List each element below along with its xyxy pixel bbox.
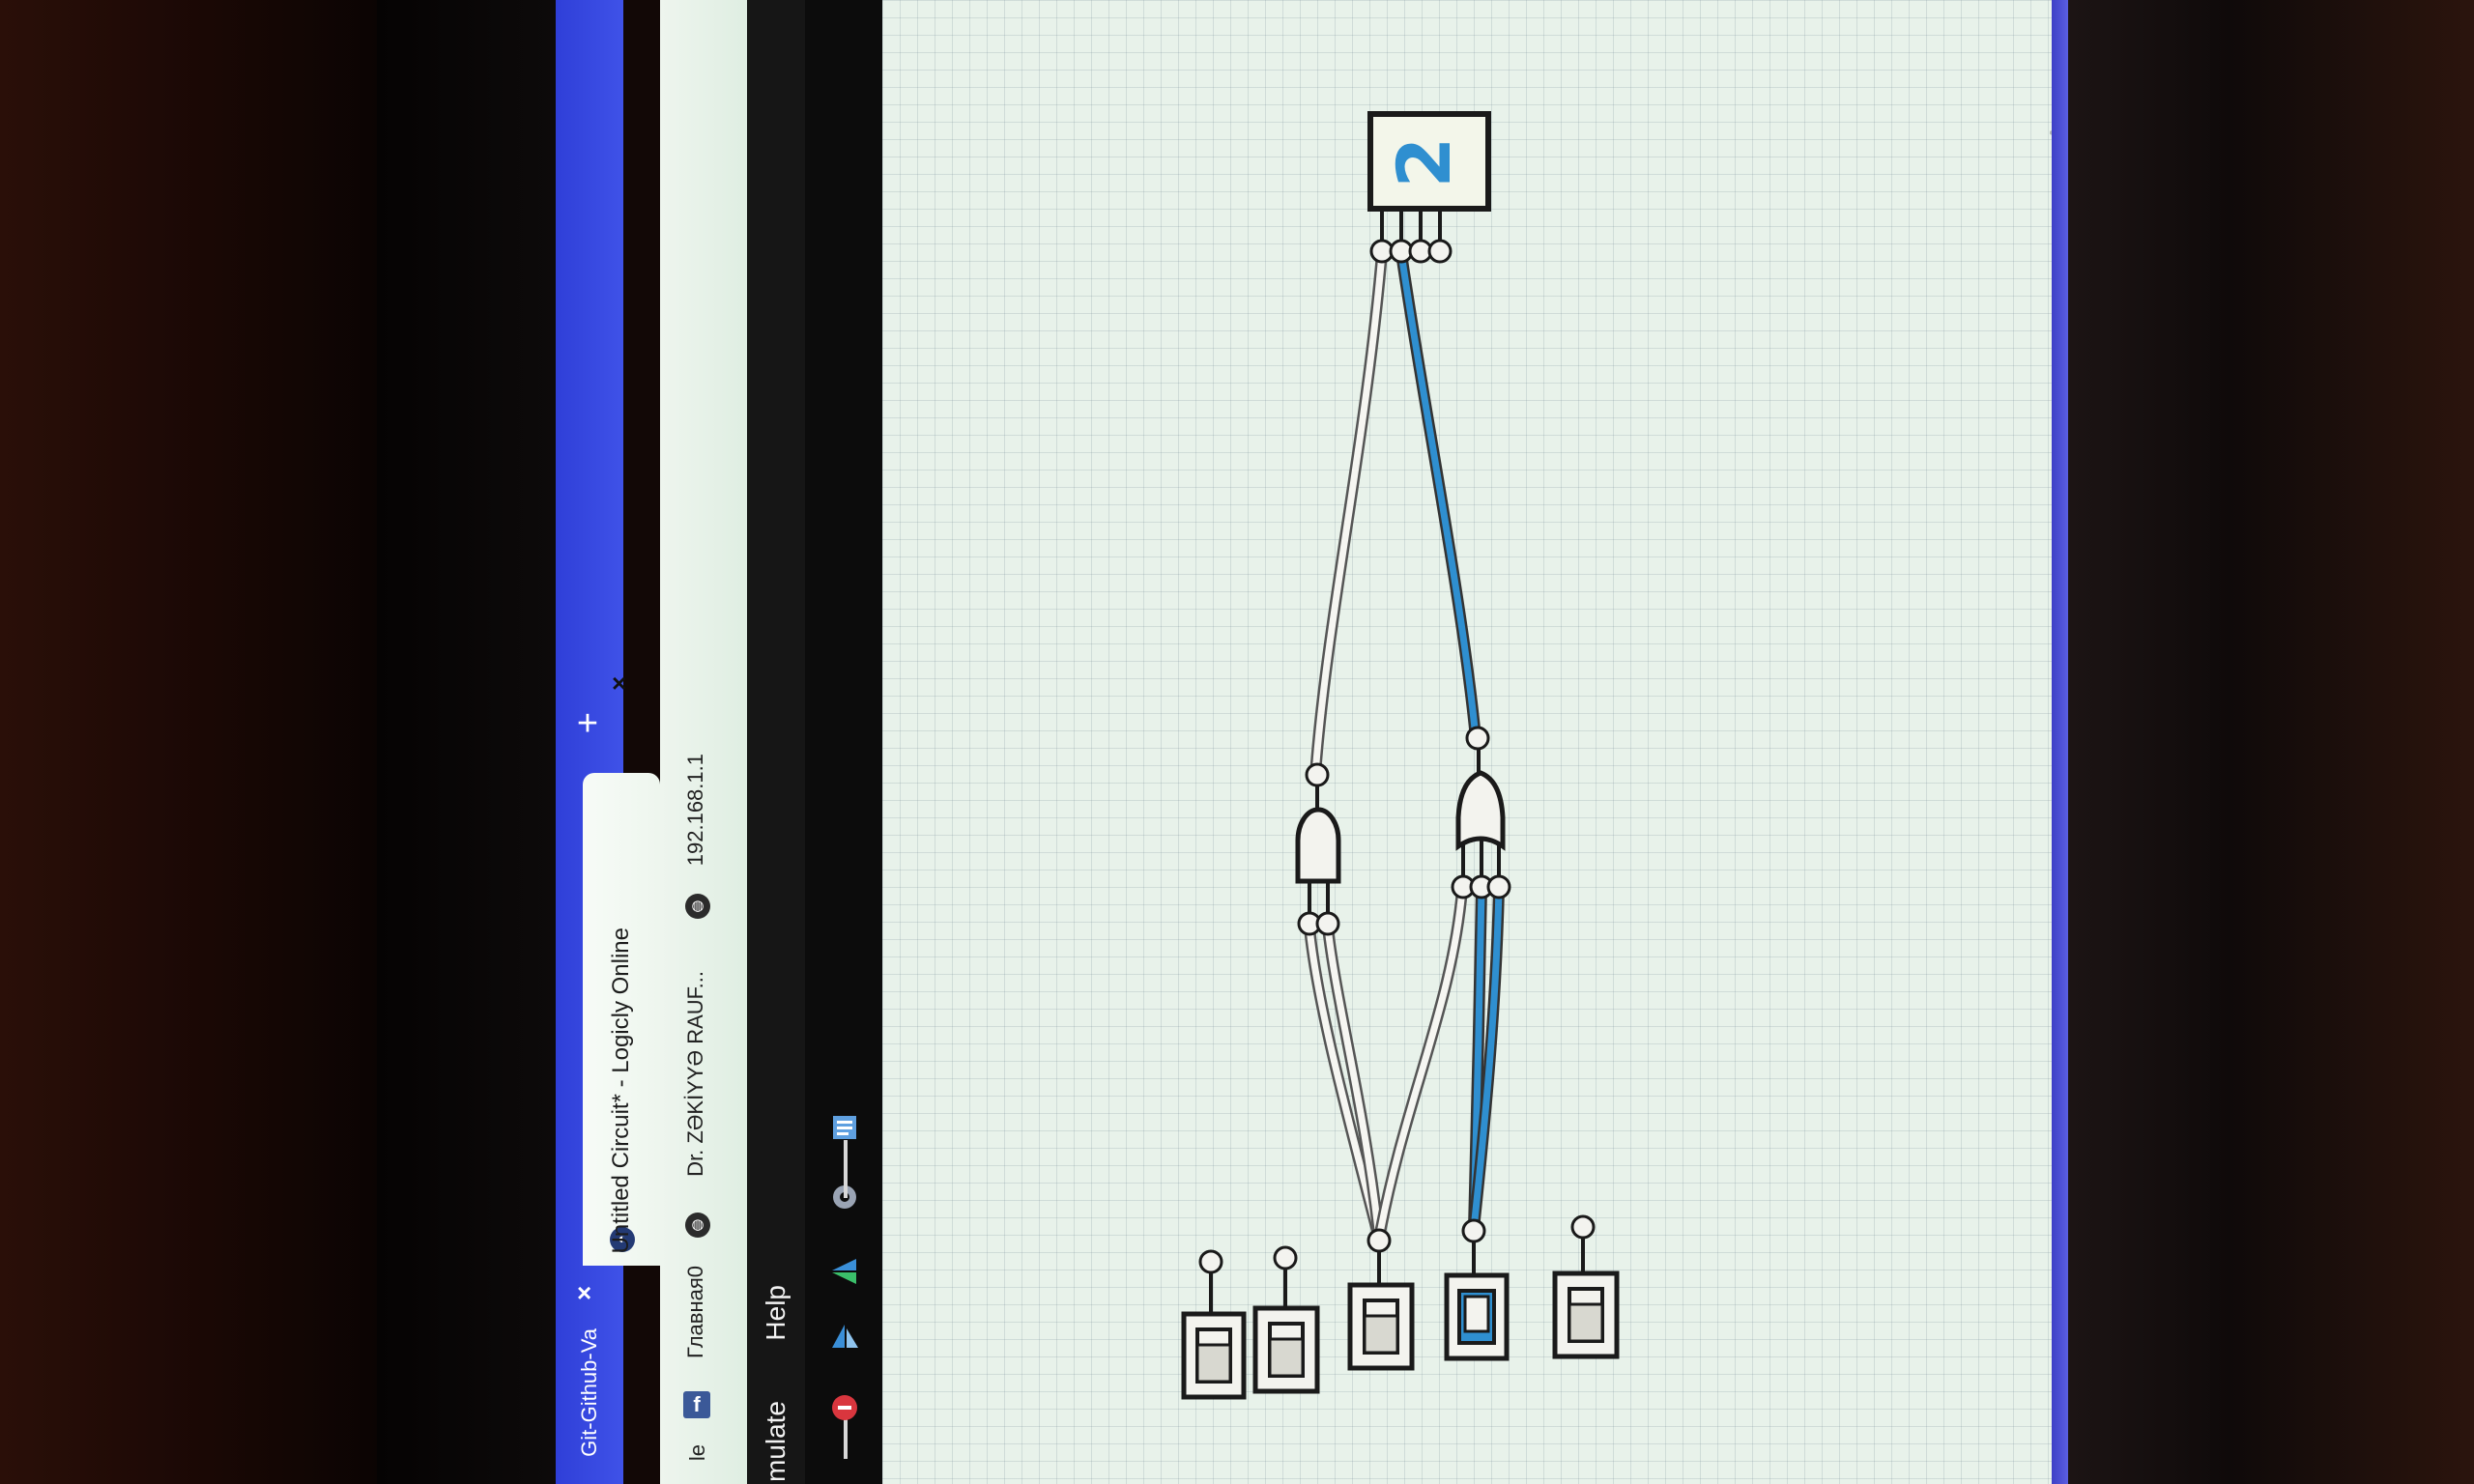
switch-output-pin[interactable] xyxy=(1570,1214,1596,1240)
bookmark-glavnaya[interactable]: Главная0 xyxy=(683,1266,708,1358)
switch-output-pin[interactable] xyxy=(1198,1249,1223,1274)
switch-output-pin[interactable] xyxy=(1366,1228,1392,1253)
toolbar-divider xyxy=(844,1140,848,1198)
circuit-diagram: 2 xyxy=(1181,111,1620,1400)
or-input-pin[interactable] xyxy=(1486,874,1511,899)
desk-background xyxy=(0,0,377,1484)
app-toolbar xyxy=(805,0,882,1484)
new-tab-plus-icon[interactable]: + xyxy=(571,705,604,742)
browser-tab-strip: Git-Github-Va × ◐ Untitled Circuit* - Lo… xyxy=(556,0,660,1484)
bookmark-router[interactable]: 192.168.1.1 xyxy=(683,754,708,866)
tab-git-github[interactable]: Git-Github-Va × xyxy=(563,1270,621,1484)
facebook-icon: f xyxy=(683,1391,710,1418)
globe-icon: ◍ xyxy=(685,894,710,919)
monitor-screen: Git-Github-Va × ◐ Untitled Circuit* - Lo… xyxy=(556,0,2068,1484)
and-output-pin[interactable] xyxy=(1305,762,1330,787)
tab-logicly[interactable]: ◐ Untitled Circuit* - Logicly Online × xyxy=(583,669,660,1266)
tab-label: Untitled Circuit* - Logicly Online xyxy=(608,928,634,1254)
flip-vertical-icon[interactable] xyxy=(828,1254,861,1287)
menu-simulate[interactable]: mulate xyxy=(761,1401,791,1482)
app-menu-bar: mulate Help xyxy=(747,0,805,1484)
circuit-canvas[interactable]: 2 xyxy=(882,0,2052,1484)
toggle-switch-3[interactable] xyxy=(1347,1228,1415,1371)
seven-segment-display[interactable]: 2 xyxy=(1367,111,1491,264)
close-tab-icon[interactable]: × xyxy=(612,669,626,699)
or-output-pin[interactable] xyxy=(1465,726,1490,751)
menu-help[interactable]: Help xyxy=(761,1285,791,1341)
toggle-switch-4[interactable] xyxy=(1444,1218,1510,1361)
and-gate[interactable] xyxy=(1295,762,1341,936)
flip-horizontal-icon[interactable] xyxy=(828,1320,861,1353)
display-input-pin[interactable] xyxy=(1427,239,1453,264)
globe-icon: ◍ xyxy=(685,1213,710,1238)
or-gate[interactable] xyxy=(1451,726,1511,899)
toggle-switch-1[interactable] xyxy=(1181,1249,1247,1400)
and-input-pin[interactable] xyxy=(1315,911,1340,936)
document-icon[interactable] xyxy=(828,1111,861,1144)
bookmark-partial[interactable]: le xyxy=(685,1444,710,1461)
stop-icon[interactable] xyxy=(828,1391,861,1424)
toggle-switch-5[interactable] xyxy=(1552,1214,1620,1359)
bookmarks-bar: le f Главная0 ◍ Dr. ZƏKİYYƏ RAUF... ◍ 19… xyxy=(660,0,747,1484)
display-digit: 2 xyxy=(1381,137,1467,188)
toggle-switch-2[interactable] xyxy=(1252,1245,1320,1394)
tab-label: Git-Github-Va xyxy=(577,1328,601,1457)
os-taskbar xyxy=(2052,0,2068,1484)
switch-output-pin[interactable] xyxy=(1461,1218,1486,1243)
monitor-bezel-right xyxy=(2068,0,2474,1484)
monitor-bezel-left xyxy=(377,0,556,1484)
bookmark-dr-zakiyya[interactable]: Dr. ZƏKİYYƏ RAUF... xyxy=(683,971,708,1177)
switch-output-pin[interactable] xyxy=(1273,1245,1298,1270)
close-tab-icon[interactable]: × xyxy=(577,1278,591,1308)
